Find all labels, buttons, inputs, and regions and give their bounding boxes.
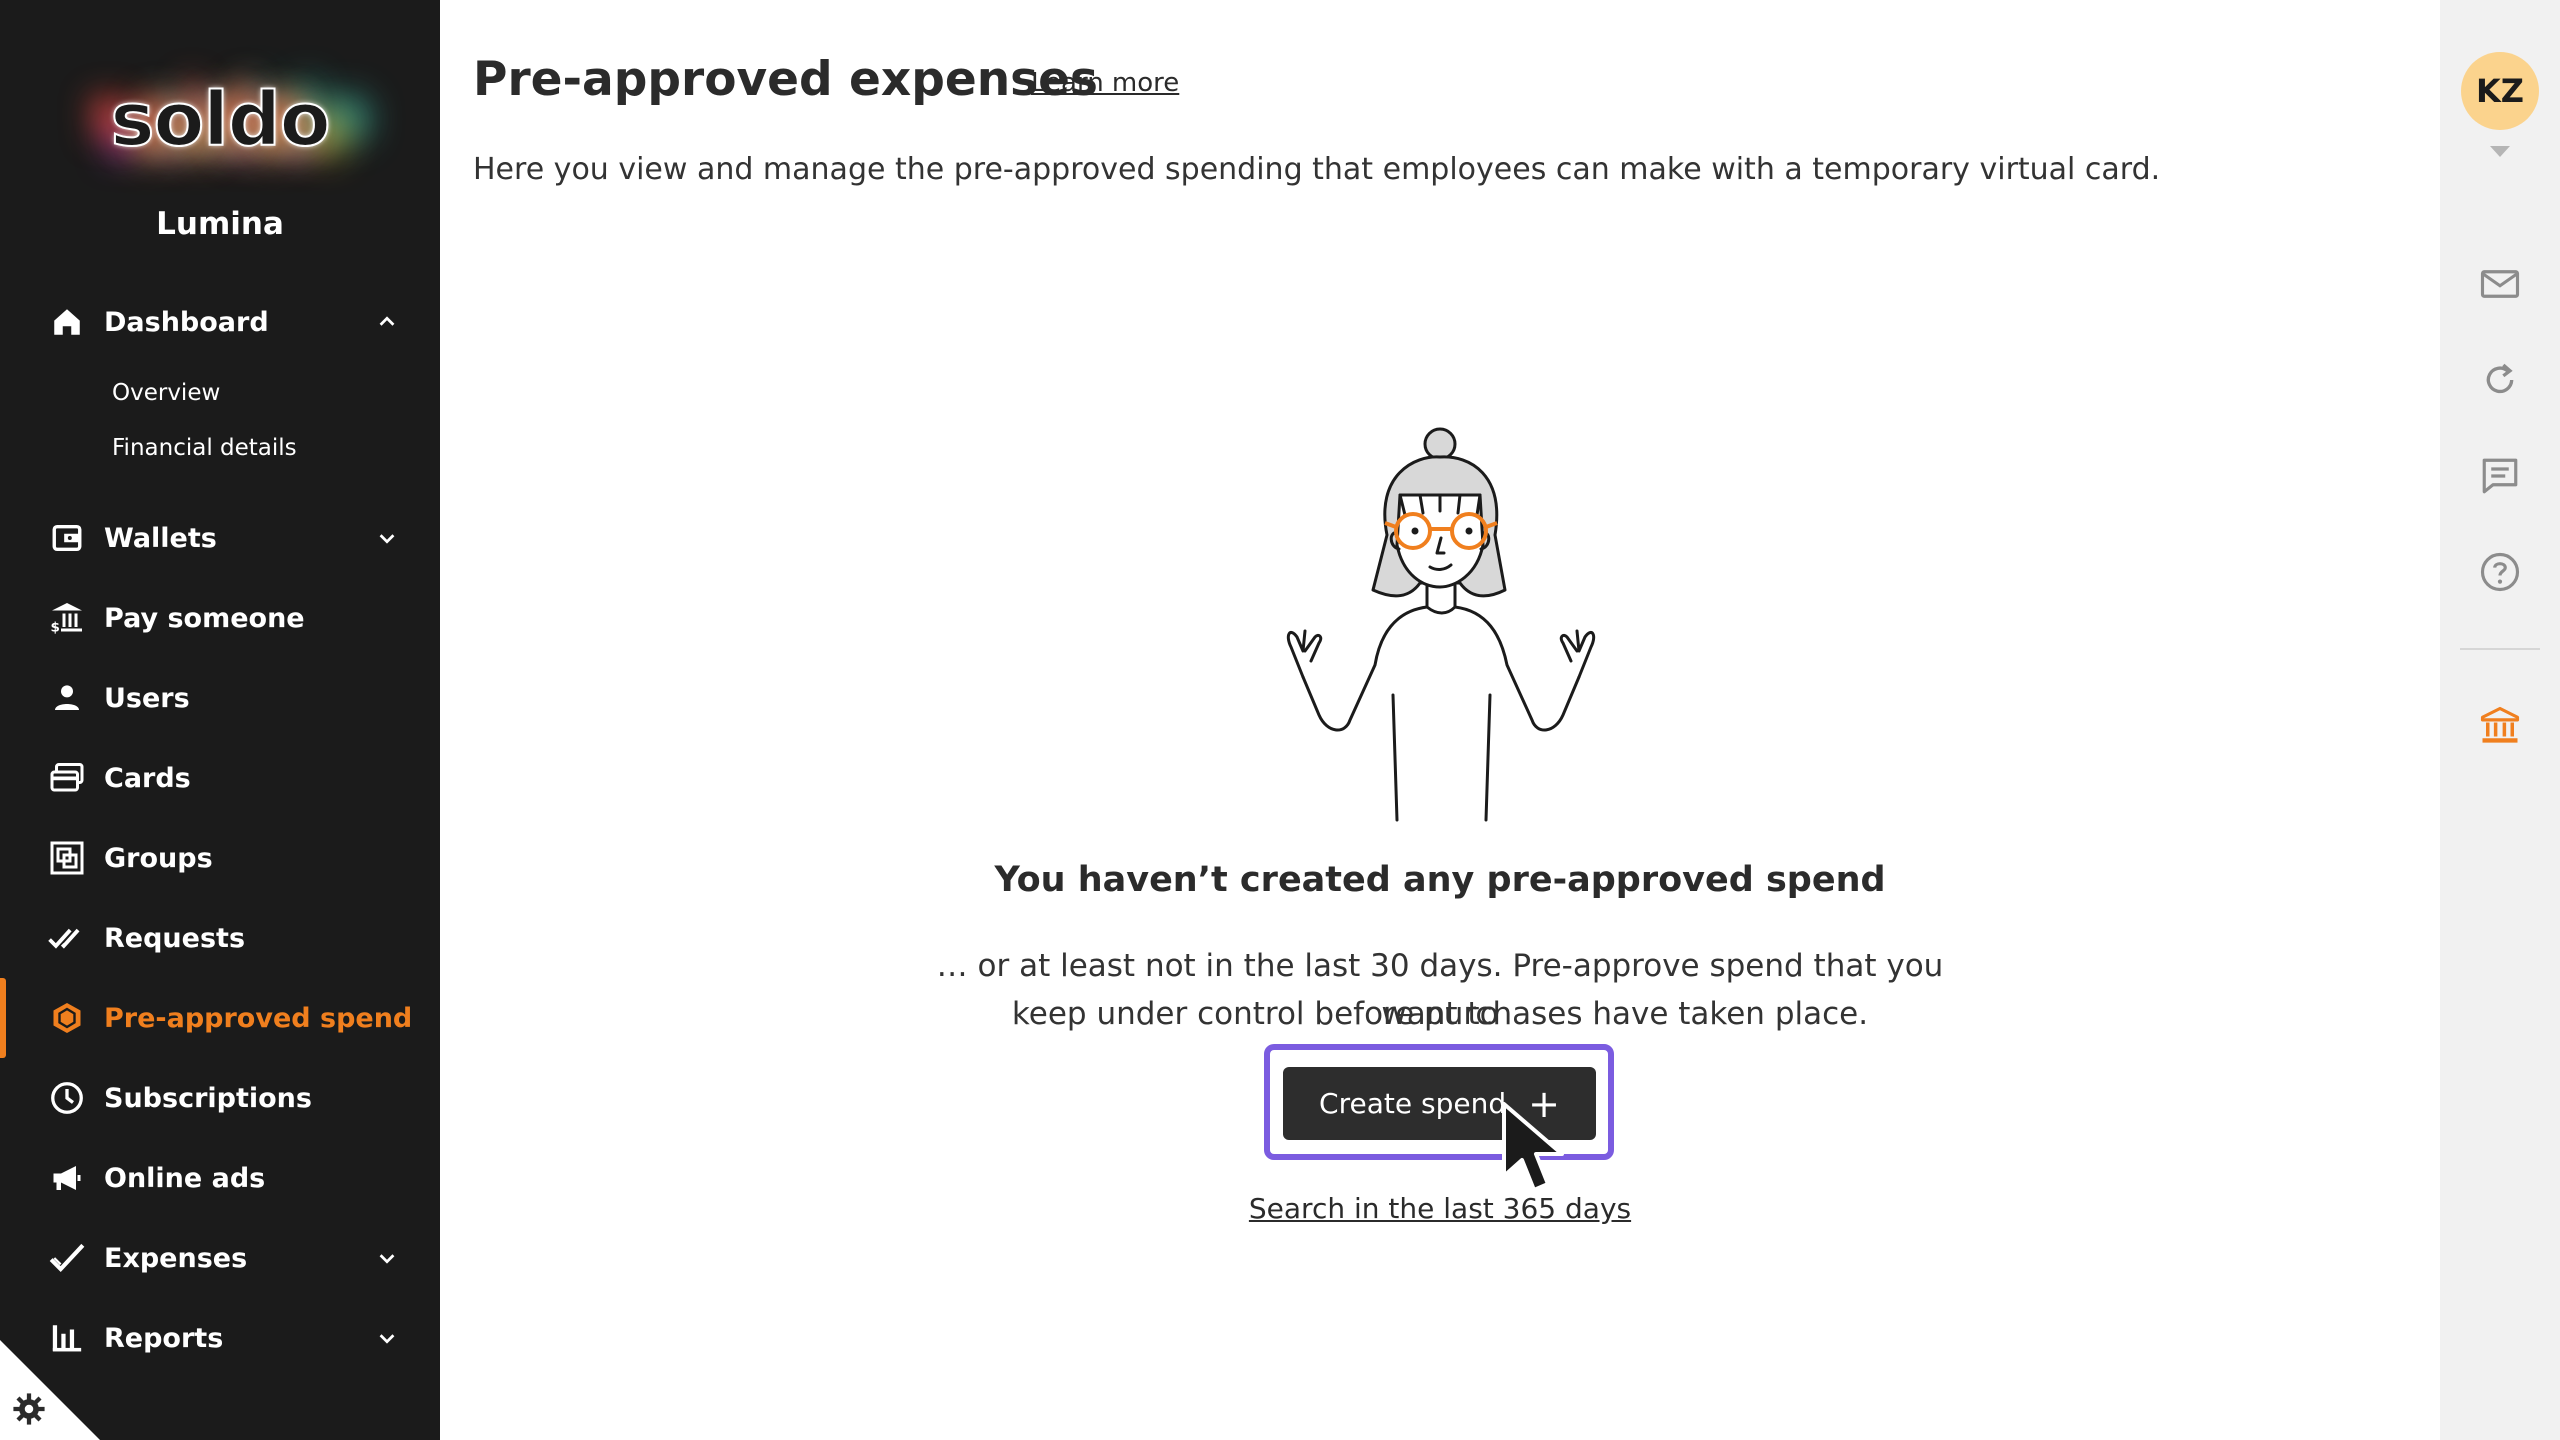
sidebar-item-pay-someone[interactable]: $ Pay someone: [0, 586, 440, 650]
refresh-icon[interactable]: [2478, 358, 2522, 402]
search-last-365-days-link[interactable]: Search in the last 365 days: [0, 1192, 2560, 1225]
sidebar-item-label: Pre-approved spend: [104, 1002, 413, 1034]
sidebar-item-label: Users: [104, 682, 190, 714]
shrugging-person-illustration: [1286, 427, 1596, 822]
svg-text:$: $: [51, 620, 60, 636]
sidebar-item-cards[interactable]: Cards: [0, 746, 440, 810]
sidebar-subitem-financial-details[interactable]: Financial details: [112, 435, 297, 461]
sidebar-item-dashboard[interactable]: Dashboard: [0, 290, 440, 354]
sidebar-item-users[interactable]: Users: [0, 666, 440, 730]
cards-icon: [48, 759, 86, 797]
clock-icon: [48, 1079, 86, 1117]
home-icon: [48, 303, 86, 341]
sidebar-item-wallets[interactable]: Wallets: [0, 506, 440, 570]
mouse-cursor-icon: [1502, 1102, 1564, 1192]
chevron-up-icon[interactable]: [370, 305, 404, 339]
sidebar-item-label: Online ads: [104, 1162, 266, 1194]
sidebar-item-reports[interactable]: Reports: [0, 1306, 440, 1370]
sidebar-subitem-overview[interactable]: Overview: [112, 380, 220, 406]
sidebar-item-subscriptions[interactable]: Subscriptions: [0, 1066, 440, 1130]
sidebar-item-pre-approved-spend[interactable]: Pre-approved spend: [0, 986, 440, 1050]
create-spend-label: Create spend: [1319, 1087, 1507, 1120]
chevron-down-icon[interactable]: [370, 1241, 404, 1275]
sidebar-item-label: Requests: [104, 922, 246, 954]
organization-name: Lumina: [156, 206, 284, 242]
bar-chart-icon: [48, 1319, 86, 1357]
wallet-icon: [48, 519, 86, 557]
sidebar-item-label: Reports: [104, 1322, 224, 1354]
caret-down-icon[interactable]: [2490, 146, 2510, 157]
check-icon: [48, 1239, 86, 1277]
user-icon: [48, 679, 86, 717]
chat-icon[interactable]: [2478, 454, 2522, 498]
soldo-logo[interactable]: soldo: [60, 55, 380, 185]
sidebar-item-label: Pay someone: [104, 602, 305, 634]
bank-transfer-icon: $: [48, 599, 86, 637]
sidebar-item-expenses[interactable]: Expenses: [0, 1226, 440, 1290]
sidebar-item-requests[interactable]: Requests: [0, 906, 440, 970]
gear-icon[interactable]: [12, 1392, 48, 1428]
learn-more-link[interactable]: Learn more: [1031, 68, 1179, 98]
chevron-down-icon[interactable]: [370, 521, 404, 555]
double-check-icon: [48, 919, 86, 957]
page-description: Here you view and manage the pre-approve…: [473, 152, 2161, 187]
page-title: Pre-approved expenses: [473, 52, 1098, 107]
help-icon[interactable]: [2478, 550, 2522, 594]
sidebar-item-label: Dashboard: [104, 306, 269, 338]
empty-state-text-line-2: keep under control before purchases have…: [1011, 996, 1869, 1032]
empty-state-title: You haven’t created any pre-approved spe…: [994, 860, 1886, 900]
bank-icon[interactable]: [2478, 704, 2522, 748]
sidebar-item-label: Wallets: [104, 522, 217, 554]
rail-divider: [2460, 648, 2540, 650]
logo-text: soldo: [109, 76, 331, 164]
sidebar-item-label: Expenses: [104, 1242, 248, 1274]
hexagon-icon: [48, 999, 86, 1037]
sidebar-item-label: Subscriptions: [104, 1082, 312, 1114]
chevron-down-icon[interactable]: [370, 1321, 404, 1355]
avatar[interactable]: KZ: [2461, 52, 2539, 130]
sidebar-item-label: Cards: [104, 762, 191, 794]
mail-icon[interactable]: [2478, 262, 2522, 306]
